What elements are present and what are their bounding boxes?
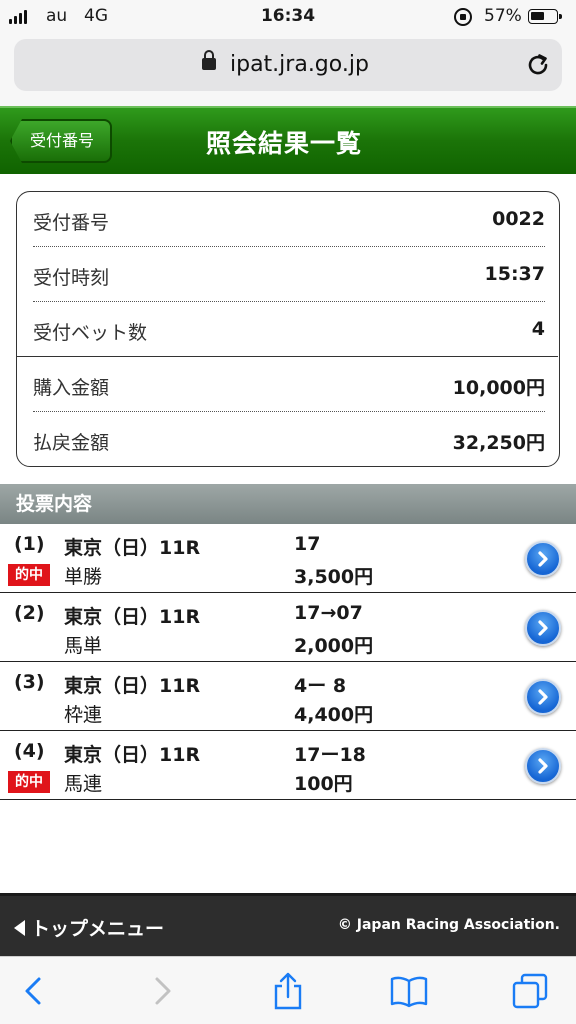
summary-value: 10,000円: [452, 377, 545, 399]
chevron-right-icon: [538, 620, 548, 636]
forward-icon[interactable]: [142, 971, 182, 1011]
back-to-receipt-number-button[interactable]: 受付番号: [10, 119, 112, 163]
summary-value: 4: [531, 318, 545, 340]
page-header: 受付番号 照会結果一覧: [0, 106, 576, 174]
summary-label: 受付時刻: [33, 267, 110, 289]
bet-combination: 17: [294, 533, 321, 555]
back-triangle-icon: [14, 920, 25, 936]
bet-number: (1): [14, 533, 45, 555]
chevron-right-icon: [538, 758, 548, 774]
summary-value: 32,250円: [452, 432, 545, 454]
bet-race: 東京（日）11R: [64, 606, 201, 628]
detail-arrow-button[interactable]: [525, 541, 561, 577]
hit-badge: 的中: [8, 564, 50, 586]
detail-arrow-button[interactable]: [525, 610, 561, 646]
copyright-text: © Japan Racing Association.: [337, 917, 560, 933]
bookmarks-icon[interactable]: [389, 971, 429, 1011]
summary-label: 払戻金額: [33, 432, 110, 454]
bet-race: 東京（日）11R: [64, 537, 201, 559]
back-icon[interactable]: [14, 971, 54, 1011]
bet-number: (2): [14, 602, 45, 624]
bet-combination: 17ー18: [294, 744, 366, 766]
detail-arrow-button[interactable]: [525, 679, 561, 715]
summary-row-receipt-number: 受付番号 0022: [33, 192, 545, 246]
bet-type: 馬単: [64, 635, 103, 657]
bet-row[interactable]: (3) 東京（日）11R 4ー 8 枠連 4,400円: [0, 662, 576, 731]
summary-row-purchase-amount: 購入金額 10,000円: [33, 357, 545, 411]
bet-combination: 4ー 8: [294, 675, 347, 697]
summary-label: 受付ベット数: [33, 322, 148, 344]
bet-type: 単勝: [64, 566, 103, 588]
summary-label: 購入金額: [33, 377, 110, 399]
summary-value: 0022: [492, 208, 545, 230]
back-button-label: 受付番号: [30, 131, 95, 150]
orientation-lock-icon: [454, 8, 472, 26]
reload-icon[interactable]: [524, 51, 552, 79]
url-text[interactable]: ipat.jra.go.jp: [230, 52, 369, 77]
bet-type: 枠連: [64, 704, 103, 726]
bet-race: 東京（日）11R: [64, 675, 201, 697]
bets-section-header: 投票内容: [0, 484, 576, 524]
bet-combination: 17→07: [294, 602, 363, 624]
summary-row-bet-count: 受付ベット数 4: [33, 302, 545, 356]
bet-row[interactable]: (2) 東京（日）11R 17→07 馬単 2,000円: [0, 593, 576, 662]
address-bar[interactable]: ipat.jra.go.jp: [14, 39, 562, 91]
summary-row-receipt-time: 受付時刻 15:37: [33, 247, 545, 301]
top-menu-link[interactable]: トップメニュー: [14, 914, 164, 941]
page-title: 照会結果一覧: [206, 129, 363, 158]
hit-badge: 的中: [8, 771, 50, 793]
top-menu-label: トップメニュー: [31, 918, 165, 940]
bet-row[interactable]: (1) 東京（日）11R 17 的中 単勝 3,500円: [0, 524, 576, 593]
summary-value: 15:37: [484, 263, 545, 285]
bet-amount: 100円: [294, 773, 353, 795]
status-bar: au 4G 16:34 57%: [0, 0, 576, 34]
bet-amount: 3,500円: [294, 566, 374, 588]
page-footer: トップメニュー © Japan Racing Association.: [0, 893, 576, 956]
bet-number: (4): [14, 740, 45, 762]
chevron-right-icon: [538, 551, 548, 567]
bet-row[interactable]: (4) 東京（日）11R 17ー18 的中 馬連 100円: [0, 731, 576, 800]
summary-row-payout-amount: 払戻金額 32,250円: [33, 412, 545, 466]
tabs-icon[interactable]: [510, 971, 550, 1011]
summary-label: 受付番号: [33, 212, 110, 234]
bet-amount: 2,000円: [294, 635, 374, 657]
lock-icon: [202, 50, 216, 70]
bet-amount: 4,400円: [294, 704, 374, 726]
detail-arrow-button[interactable]: [525, 748, 561, 784]
share-icon[interactable]: [268, 971, 308, 1011]
chevron-right-icon: [538, 689, 548, 705]
battery-icon: [528, 9, 562, 24]
bet-number: (3): [14, 671, 45, 693]
browser-address-area: ipat.jra.go.jp: [0, 34, 576, 106]
battery-percentage: 57%: [484, 6, 522, 26]
bet-type: 馬連: [64, 773, 103, 795]
summary-card: 受付番号 0022 受付時刻 15:37 受付ベット数 4 購入金額 10,00…: [16, 191, 560, 467]
browser-toolbar: [0, 956, 576, 1024]
bet-race: 東京（日）11R: [64, 744, 201, 766]
